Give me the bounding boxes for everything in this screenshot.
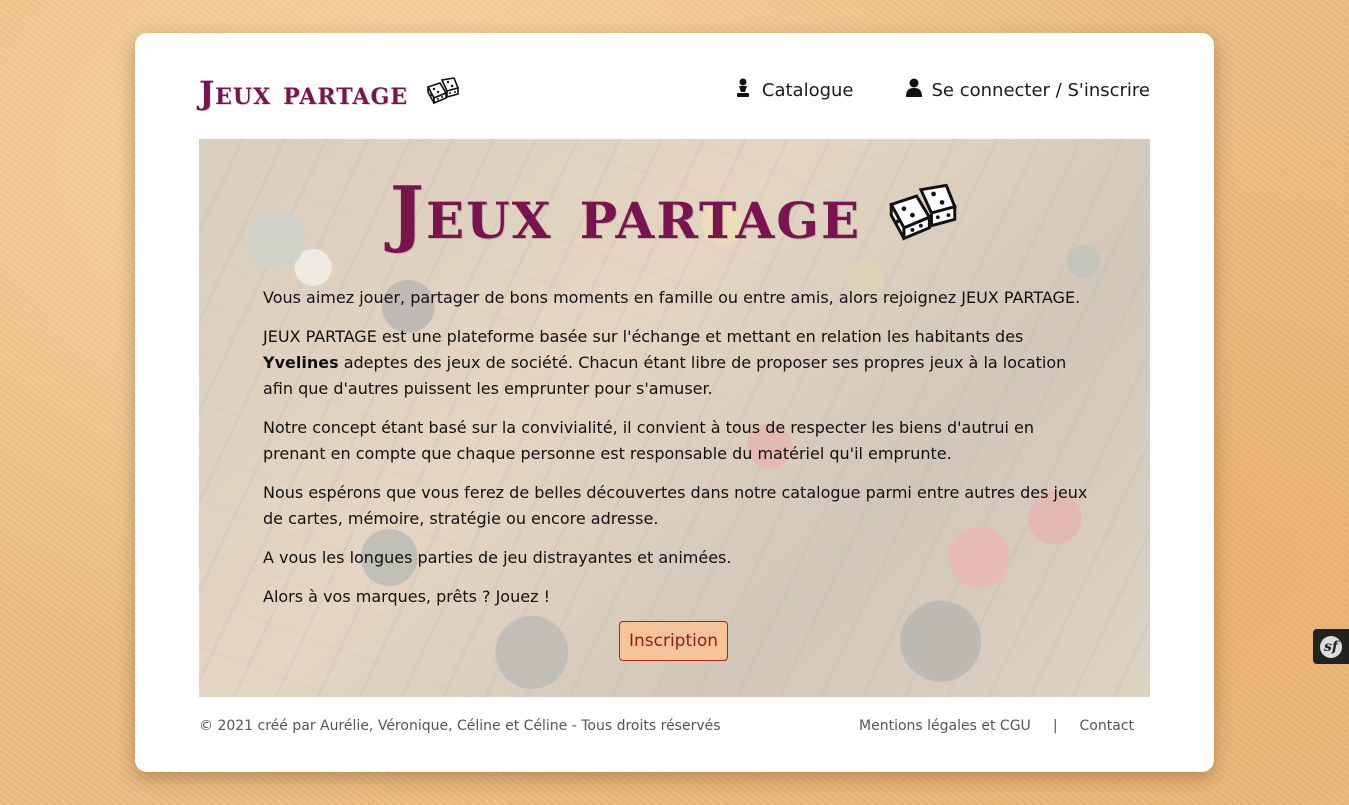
footer-links: Mentions légales et CGU | Contact: [859, 718, 1134, 734]
nav-catalogue-label: Catalogue: [761, 80, 854, 101]
hero-section: Jeux partage Vous aimez jouer, partager …: [199, 139, 1150, 697]
chess-pawn-icon: [734, 78, 752, 103]
dice-icon: [887, 183, 959, 247]
hero-logo-text: Jeux partage: [389, 170, 862, 255]
user-icon: [905, 78, 922, 103]
region-highlight: Yvelines: [263, 353, 339, 372]
legal-link[interactable]: Mentions légales et CGU: [859, 718, 1031, 734]
main-nav: Catalogue Se connecter / S'inscrire: [734, 78, 1150, 103]
symfony-icon: sf: [1320, 635, 1342, 658]
hero-paragraph-2-end: adeptes des jeux de société. Chacun étan…: [263, 353, 1067, 398]
hero-description: Vous aimez jouer, partager de bons momen…: [263, 285, 1093, 623]
nav-login[interactable]: Se connecter / S'inscrire: [905, 78, 1151, 103]
nav-login-label: Se connecter / S'inscrire: [931, 80, 1151, 101]
main-card: Jeux partage Catalogue Se connecter / S'…: [135, 33, 1214, 772]
hero-logo: Jeux partage: [199, 177, 1150, 249]
hero-paragraph-5: A vous les longues parties de jeu distra…: [263, 548, 732, 567]
footer-separator: |: [1052, 718, 1058, 734]
signup-button[interactable]: Inscription: [619, 621, 728, 661]
contact-link[interactable]: Contact: [1080, 718, 1134, 734]
header-logo[interactable]: Jeux partage: [199, 69, 460, 109]
logo-text: Jeux partage: [199, 74, 409, 112]
dice-icon: [426, 77, 460, 109]
hero-paragraph-6: Alors à vos marques, prêts ? Jouez !: [263, 587, 550, 606]
hero-paragraph-2: JEUX PARTAGE est une plateforme basée su…: [263, 324, 1093, 402]
copyright-text: © 2021 créé par Aurélie, Véronique, Céli…: [199, 718, 721, 734]
nav-catalogue[interactable]: Catalogue: [734, 78, 854, 103]
hero-paragraph-2-start: JEUX PARTAGE est une plateforme basée su…: [263, 327, 1024, 346]
debug-toolbar-toggle[interactable]: sf: [1313, 629, 1349, 664]
hero-paragraph-3: Notre concept étant basé sur la convivia…: [263, 418, 1035, 463]
hero-paragraph-1: Vous aimez jouer, partager de bons momen…: [263, 288, 1081, 307]
hero-paragraph-4: Nous espérons que vous ferez de belles d…: [263, 483, 1088, 528]
